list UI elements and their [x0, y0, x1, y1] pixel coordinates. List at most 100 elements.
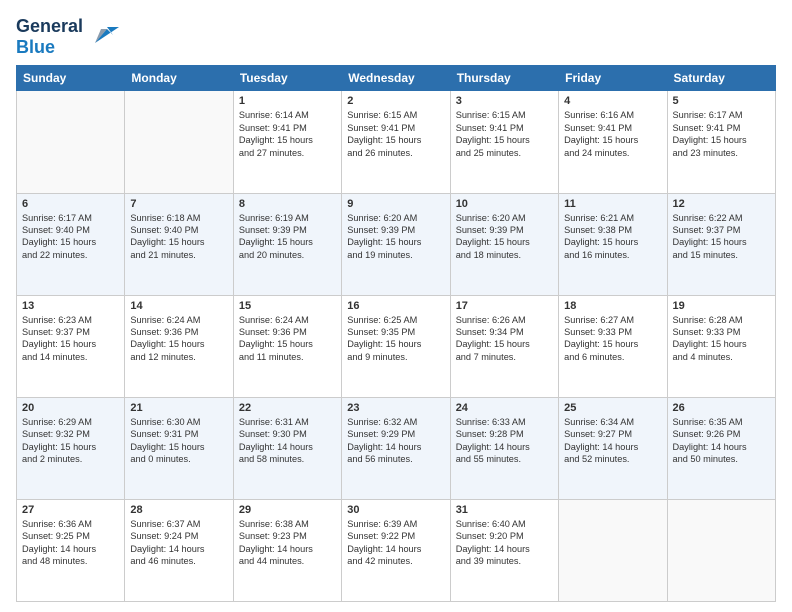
day-number: 9 [347, 198, 444, 210]
cell-info: Sunrise: 6:22 AM Sunset: 9:37 PM Dayligh… [673, 212, 770, 262]
calendar-cell: 11Sunrise: 6:21 AM Sunset: 9:38 PM Dayli… [559, 193, 667, 295]
cell-info: Sunrise: 6:19 AM Sunset: 9:39 PM Dayligh… [239, 212, 336, 262]
day-number: 31 [456, 504, 553, 516]
calendar-cell: 12 Sunrise: 6:22 AM Sunset: 9:37 PM Dayli… [667, 193, 775, 295]
calendar-cell: 20Sunrise: 6:29 AM Sunset: 9:32 PM Dayli… [17, 397, 125, 499]
day-number: 14 [130, 300, 227, 312]
day-number: 2 [347, 95, 444, 107]
cell-info: Sunrise: 6:17 AM Sunset: 9:41 PM Dayligh… [673, 109, 770, 159]
cell-info: Sunrise: 6:40 AM Sunset: 9:20 PM Dayligh… [456, 518, 553, 568]
day-number: 19 [673, 300, 770, 312]
cell-info: Sunrise: 6:25 AM Sunset: 9:35 PM Dayligh… [347, 314, 444, 364]
cell-info: Sunrise: 6:27 AM Sunset: 9:33 PM Dayligh… [564, 314, 661, 364]
calendar-cell [125, 91, 233, 193]
calendar-cell: 29 Sunrise: 6:38 AM Sunset: 9:23 PM Dayli… [233, 499, 341, 601]
cell-info: Sunrise: 6:35 AM Sunset: 9:26 PM Dayligh… [673, 416, 770, 466]
weekday-header: Wednesday [342, 66, 450, 91]
calendar-cell: 4 Sunrise: 6:16 AM Sunset: 9:41 PM Daylig… [559, 91, 667, 193]
calendar-cell: 3Sunrise: 6:15 AM Sunset: 9:41 PM Daylig… [450, 91, 558, 193]
day-number: 30 [347, 504, 444, 516]
calendar-cell: 21 Sunrise: 6:30 AM Sunset: 9:31 PM Dayli… [125, 397, 233, 499]
calendar-cell: 13Sunrise: 6:23 AM Sunset: 9:37 PM Dayli… [17, 295, 125, 397]
calendar-cell: 9 Sunrise: 6:20 AM Sunset: 9:39 PM Daylig… [342, 193, 450, 295]
day-number: 18 [564, 300, 661, 312]
day-number: 20 [22, 402, 119, 414]
calendar-week-row: 13Sunrise: 6:23 AM Sunset: 9:37 PM Dayli… [17, 295, 776, 397]
cell-info: Sunrise: 6:32 AM Sunset: 9:29 PM Dayligh… [347, 416, 444, 466]
calendar-cell: 5 Sunrise: 6:17 AM Sunset: 9:41 PM Daylig… [667, 91, 775, 193]
calendar-cell [17, 91, 125, 193]
day-number: 25 [564, 402, 661, 414]
cell-info: Sunrise: 6:36 AM Sunset: 9:25 PM Dayligh… [22, 518, 119, 568]
weekday-header: Thursday [450, 66, 558, 91]
day-number: 4 [564, 95, 661, 107]
cell-info: Sunrise: 6:30 AM Sunset: 9:31 PM Dayligh… [130, 416, 227, 466]
day-number: 23 [347, 402, 444, 414]
cell-info: Sunrise: 6:37 AM Sunset: 9:24 PM Dayligh… [130, 518, 227, 568]
calendar-cell: 25 Sunrise: 6:34 AM Sunset: 9:27 PM Dayli… [559, 397, 667, 499]
cell-info: Sunrise: 6:14 AM Sunset: 9:41 PM Dayligh… [239, 109, 336, 159]
calendar-cell: 15 Sunrise: 6:24 AM Sunset: 9:36 PM Dayli… [233, 295, 341, 397]
cell-info: Sunrise: 6:21 AM Sunset: 9:38 PM Dayligh… [564, 212, 661, 262]
logo: GeneralBlue [16, 16, 119, 57]
calendar-cell: 14 Sunrise: 6:24 AM Sunset: 9:36 PM Dayli… [125, 295, 233, 397]
day-number: 6 [22, 198, 119, 210]
cell-info: Sunrise: 6:24 AM Sunset: 9:36 PM Dayligh… [239, 314, 336, 364]
weekday-header: Saturday [667, 66, 775, 91]
cell-info: Sunrise: 6:33 AM Sunset: 9:28 PM Dayligh… [456, 416, 553, 466]
cell-info: Sunrise: 6:17 AM Sunset: 9:40 PM Dayligh… [22, 212, 119, 262]
cell-info: Sunrise: 6:24 AM Sunset: 9:36 PM Dayligh… [130, 314, 227, 364]
day-number: 26 [673, 402, 770, 414]
cell-info: Sunrise: 6:23 AM Sunset: 9:37 PM Dayligh… [22, 314, 119, 364]
calendar-cell: 26 Sunrise: 6:35 AM Sunset: 9:26 PM Dayli… [667, 397, 775, 499]
logo-icon [87, 19, 119, 51]
calendar-cell: 27 Sunrise: 6:36 AM Sunset: 9:25 PM Dayli… [17, 499, 125, 601]
cell-info: Sunrise: 6:16 AM Sunset: 9:41 PM Dayligh… [564, 109, 661, 159]
cell-info: Sunrise: 6:26 AM Sunset: 9:34 PM Dayligh… [456, 314, 553, 364]
calendar-week-row: 20Sunrise: 6:29 AM Sunset: 9:32 PM Dayli… [17, 397, 776, 499]
calendar-header-row: SundayMondayTuesdayWednesdayThursdayFrid… [17, 66, 776, 91]
calendar-cell: 1 Sunrise: 6:14 AM Sunset: 9:41 PM Daylig… [233, 91, 341, 193]
calendar-week-row: 1 Sunrise: 6:14 AM Sunset: 9:41 PM Daylig… [17, 91, 776, 193]
calendar-cell: 19 Sunrise: 6:28 AM Sunset: 9:33 PM Dayli… [667, 295, 775, 397]
weekday-header: Tuesday [233, 66, 341, 91]
calendar-cell: 22Sunrise: 6:31 AM Sunset: 9:30 PM Dayli… [233, 397, 341, 499]
logo-text: GeneralBlue [16, 16, 83, 57]
day-number: 28 [130, 504, 227, 516]
calendar-cell: 28 Sunrise: 6:37 AM Sunset: 9:24 PM Dayli… [125, 499, 233, 601]
day-number: 8 [239, 198, 336, 210]
page-header: GeneralBlue [16, 16, 776, 57]
calendar-week-row: 27 Sunrise: 6:36 AM Sunset: 9:25 PM Dayli… [17, 499, 776, 601]
cell-info: Sunrise: 6:15 AM Sunset: 9:41 PM Dayligh… [456, 109, 553, 159]
calendar-cell: 16 Sunrise: 6:25 AM Sunset: 9:35 PM Dayli… [342, 295, 450, 397]
day-number: 15 [239, 300, 336, 312]
day-number: 7 [130, 198, 227, 210]
calendar-cell: 24 Sunrise: 6:33 AM Sunset: 9:28 PM Dayli… [450, 397, 558, 499]
cell-info: Sunrise: 6:28 AM Sunset: 9:33 PM Dayligh… [673, 314, 770, 364]
cell-info: Sunrise: 6:38 AM Sunset: 9:23 PM Dayligh… [239, 518, 336, 568]
calendar-cell: 10Sunrise: 6:20 AM Sunset: 9:39 PM Dayli… [450, 193, 558, 295]
calendar-cell: 17 Sunrise: 6:26 AM Sunset: 9:34 PM Dayli… [450, 295, 558, 397]
day-number: 29 [239, 504, 336, 516]
day-number: 12 [673, 198, 770, 210]
calendar-cell: 8 Sunrise: 6:19 AM Sunset: 9:39 PM Daylig… [233, 193, 341, 295]
calendar-cell [667, 499, 775, 601]
cell-info: Sunrise: 6:34 AM Sunset: 9:27 PM Dayligh… [564, 416, 661, 466]
day-number: 16 [347, 300, 444, 312]
calendar-cell: 31 Sunrise: 6:40 AM Sunset: 9:20 PM Dayli… [450, 499, 558, 601]
day-number: 27 [22, 504, 119, 516]
day-number: 24 [456, 402, 553, 414]
day-number: 1 [239, 95, 336, 107]
day-number: 22 [239, 402, 336, 414]
calendar-cell: 6 Sunrise: 6:17 AM Sunset: 9:40 PM Daylig… [17, 193, 125, 295]
day-number: 21 [130, 402, 227, 414]
calendar-cell: 7 Sunrise: 6:18 AM Sunset: 9:40 PM Daylig… [125, 193, 233, 295]
day-number: 5 [673, 95, 770, 107]
day-number: 17 [456, 300, 553, 312]
weekday-header: Friday [559, 66, 667, 91]
cell-info: Sunrise: 6:20 AM Sunset: 9:39 PM Dayligh… [347, 212, 444, 262]
cell-info: Sunrise: 6:18 AM Sunset: 9:40 PM Dayligh… [130, 212, 227, 262]
weekday-header: Sunday [17, 66, 125, 91]
cell-info: Sunrise: 6:20 AM Sunset: 9:39 PM Dayligh… [456, 212, 553, 262]
calendar-week-row: 6 Sunrise: 6:17 AM Sunset: 9:40 PM Daylig… [17, 193, 776, 295]
